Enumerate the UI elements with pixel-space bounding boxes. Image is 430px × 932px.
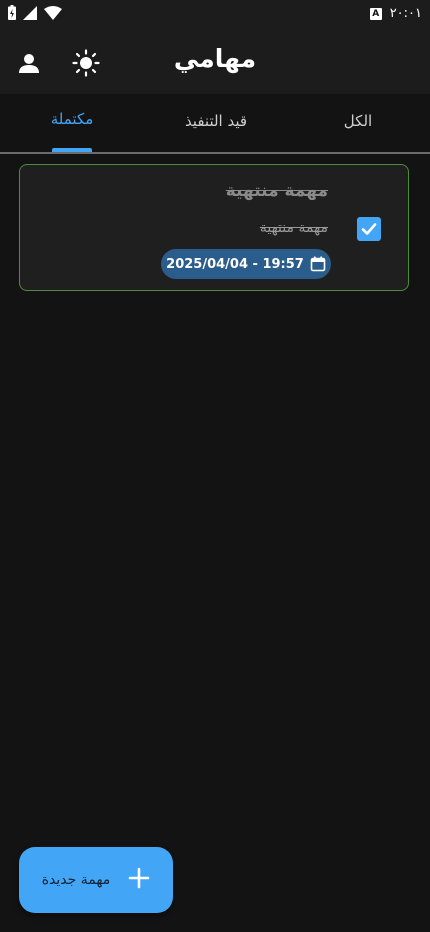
tab-in-progress[interactable]: قيد التنفيذ — [178, 112, 254, 130]
check-icon — [361, 223, 377, 235]
task-checkbox[interactable] — [357, 217, 381, 241]
wifi-icon — [44, 5, 62, 24]
status-bar: A ٢٠:٠١ — [0, 0, 430, 30]
app-bar: مهامي — [0, 30, 430, 94]
calendar-icon — [310, 256, 326, 272]
plus-icon — [128, 867, 150, 893]
tab-completed[interactable]: مكتملة — [46, 110, 98, 128]
page-title: مهامي — [173, 44, 257, 73]
new-task-button[interactable]: مهمة جديدة — [19, 847, 173, 913]
new-task-label: مهمة جديدة — [41, 872, 111, 888]
task-card[interactable]: مهمة منتهية مهمة منتهية 2025/04/04 - 19:… — [19, 164, 409, 291]
task-date: 2025/04/04 - 19:57 — [166, 256, 304, 272]
status-icons-left — [8, 5, 62, 24]
sun-icon[interactable] — [71, 48, 101, 78]
tab-all[interactable]: الكل — [338, 112, 378, 130]
status-time: ٢٠:٠١ — [389, 6, 422, 21]
tab-indicator — [52, 148, 92, 152]
task-title: مهمة منتهية — [225, 181, 328, 201]
tab-bar: الكل قيد التنفيذ مكتملة — [0, 94, 430, 154]
user-icon[interactable] — [14, 48, 44, 78]
status-icons-right: A ٢٠:٠١ — [369, 6, 422, 21]
task-date-chip: 2025/04/04 - 19:57 — [161, 249, 331, 279]
input-method-badge: A — [369, 7, 382, 20]
app-screen: A ٢٠:٠١ مهامي الكل قيد التنفيذ مكتملة مه… — [0, 0, 430, 932]
signal-icon — [23, 5, 37, 24]
task-description: مهمة منتهية — [259, 220, 328, 236]
battery-charging-icon — [8, 5, 16, 24]
